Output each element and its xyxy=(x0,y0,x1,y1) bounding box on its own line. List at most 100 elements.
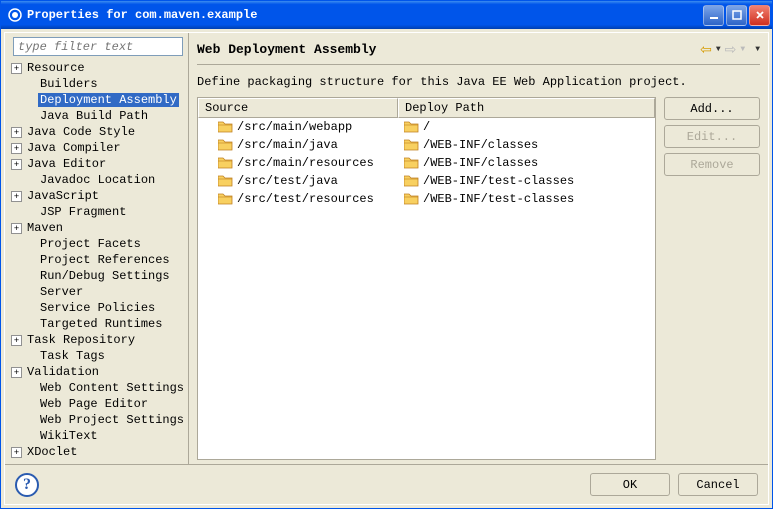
folder-icon xyxy=(404,139,419,151)
table-row[interactable]: /src/main/webapp/ xyxy=(198,118,655,136)
cell-deploy: /WEB-INF/test-classes xyxy=(398,192,655,206)
col-deploy[interactable]: Deploy Path xyxy=(398,98,655,118)
tree-item[interactable]: +JavaScript xyxy=(7,188,186,204)
tree-item[interactable]: WikiText xyxy=(7,428,186,444)
tree-item-label: Web Page Editor xyxy=(38,397,150,411)
sidebar: +ResourceBuildersDeployment AssemblyJava… xyxy=(5,33,189,464)
tree-item-label: Project Facets xyxy=(38,237,143,251)
tree-item-label: Service Policies xyxy=(38,301,157,315)
property-tree[interactable]: +ResourceBuildersDeployment AssemblyJava… xyxy=(7,60,186,460)
minimize-button[interactable] xyxy=(703,5,724,26)
tree-item[interactable]: Targeted Runtimes xyxy=(7,316,186,332)
cell-deploy: / xyxy=(398,120,655,134)
properties-dialog: Properties for com.maven.example +Resour… xyxy=(0,0,773,509)
folder-icon xyxy=(404,157,419,169)
tree-item[interactable]: Web Project Settings xyxy=(7,412,186,428)
cell-deploy: /WEB-INF/test-classes xyxy=(398,174,655,188)
table-body: /src/main/webapp//src/main/java/WEB-INF/… xyxy=(198,118,655,459)
tree-item[interactable]: Server xyxy=(7,284,186,300)
tree-item-label: Targeted Runtimes xyxy=(38,317,164,331)
tree-item[interactable]: Service Policies xyxy=(7,300,186,316)
expand-icon[interactable]: + xyxy=(11,335,22,346)
eclipse-icon xyxy=(7,7,23,23)
add-button[interactable]: Add... xyxy=(664,97,760,120)
table-row[interactable]: /src/test/java/WEB-INF/test-classes xyxy=(198,172,655,190)
expand-icon[interactable]: + xyxy=(11,191,22,202)
tree-item-label: Javadoc Location xyxy=(38,173,157,187)
separator xyxy=(197,64,760,65)
table-row[interactable]: /src/main/java/WEB-INF/classes xyxy=(198,136,655,154)
page-header: Web Deployment Assembly ⇦ ▼ ⇨ ▼ ▼ xyxy=(197,41,760,58)
tree-item[interactable]: JSP Fragment xyxy=(7,204,186,220)
tree-item-label: Deployment Assembly xyxy=(38,93,179,107)
tree-item[interactable]: Deployment Assembly xyxy=(7,92,186,108)
content-area: +ResourceBuildersDeployment AssemblyJava… xyxy=(5,33,768,464)
back-menu-icon[interactable]: ▼ xyxy=(716,45,721,54)
tree-item-label: Web Project Settings xyxy=(38,413,186,427)
assembly-table[interactable]: Source Deploy Path /src/main/webapp//src… xyxy=(197,97,656,460)
table-row[interactable]: /src/main/resources/WEB-INF/classes xyxy=(198,154,655,172)
tree-item[interactable]: Project Facets xyxy=(7,236,186,252)
tree-item[interactable]: +Validation xyxy=(7,364,186,380)
tree-item[interactable]: Task Tags xyxy=(7,348,186,364)
folder-icon xyxy=(218,139,233,151)
tree-item[interactable]: +Maven xyxy=(7,220,186,236)
col-source[interactable]: Source xyxy=(198,98,398,118)
tree-item-label: Server xyxy=(38,285,85,299)
tree-item[interactable]: Run/Debug Settings xyxy=(7,268,186,284)
tree-item[interactable]: Project References xyxy=(7,252,186,268)
help-icon[interactable]: ? xyxy=(15,473,39,497)
tree-item[interactable]: +XDoclet xyxy=(7,444,186,460)
right-pane: Web Deployment Assembly ⇦ ▼ ⇨ ▼ ▼ Define… xyxy=(189,33,768,464)
window-controls xyxy=(703,5,770,26)
expand-icon[interactable]: + xyxy=(11,127,22,138)
table-area: Source Deploy Path /src/main/webapp//src… xyxy=(197,97,760,460)
tree-item[interactable]: +Java Editor xyxy=(7,156,186,172)
tree-item-label: Java Compiler xyxy=(25,141,123,155)
forward-menu-icon[interactable]: ▼ xyxy=(740,45,745,54)
tree-item[interactable]: Web Page Editor xyxy=(7,396,186,412)
tree-item[interactable]: Web Content Settings xyxy=(7,380,186,396)
tree-item-label: Java Editor xyxy=(25,157,108,171)
tree-item-label: Web Content Settings xyxy=(38,381,186,395)
close-button[interactable] xyxy=(749,5,770,26)
expand-icon[interactable]: + xyxy=(11,367,22,378)
back-icon[interactable]: ⇦ xyxy=(700,41,712,58)
expand-icon[interactable]: + xyxy=(11,223,22,234)
folder-icon xyxy=(218,175,233,187)
tree-item[interactable]: Builders xyxy=(7,76,186,92)
edit-button[interactable]: Edit... xyxy=(664,125,760,148)
folder-icon xyxy=(218,121,233,133)
cell-deploy: /WEB-INF/classes xyxy=(398,156,655,170)
remove-button[interactable]: Remove xyxy=(664,153,760,176)
tree-item[interactable]: Javadoc Location xyxy=(7,172,186,188)
tree-item-label: Resource xyxy=(25,61,87,75)
forward-icon[interactable]: ⇨ xyxy=(725,41,737,58)
action-buttons: Add... Edit... Remove xyxy=(664,97,760,460)
tree-item[interactable]: +Java Code Style xyxy=(7,124,186,140)
tree-item[interactable]: +Task Repository xyxy=(7,332,186,348)
expand-icon[interactable]: + xyxy=(11,143,22,154)
table-header: Source Deploy Path xyxy=(198,98,655,118)
expand-icon[interactable]: + xyxy=(11,63,22,74)
tree-item[interactable]: +Java Compiler xyxy=(7,140,186,156)
filter-input[interactable] xyxy=(13,37,183,56)
expand-icon[interactable]: + xyxy=(11,159,22,170)
titlebar[interactable]: Properties for com.maven.example xyxy=(1,1,772,29)
expand-icon[interactable]: + xyxy=(11,447,22,458)
bottom-buttons: OK Cancel xyxy=(590,473,758,496)
tree-item[interactable]: +Resource xyxy=(7,60,186,76)
ok-button[interactable]: OK xyxy=(590,473,670,496)
table-row[interactable]: /src/test/resources/WEB-INF/test-classes xyxy=(198,190,655,208)
cell-deploy: /WEB-INF/classes xyxy=(398,138,655,152)
tree-item[interactable]: Java Build Path xyxy=(7,108,186,124)
tree-item-label: Builders xyxy=(38,77,100,91)
tree-item-label: Project References xyxy=(38,253,172,267)
tree-item-label: Validation xyxy=(25,365,101,379)
cancel-button[interactable]: Cancel xyxy=(678,473,758,496)
folder-icon xyxy=(404,121,419,133)
maximize-button[interactable] xyxy=(726,5,747,26)
tree-item-label: JSP Fragment xyxy=(38,205,128,219)
page-title: Web Deployment Assembly xyxy=(197,42,700,57)
view-menu-icon[interactable]: ▼ xyxy=(755,45,760,54)
